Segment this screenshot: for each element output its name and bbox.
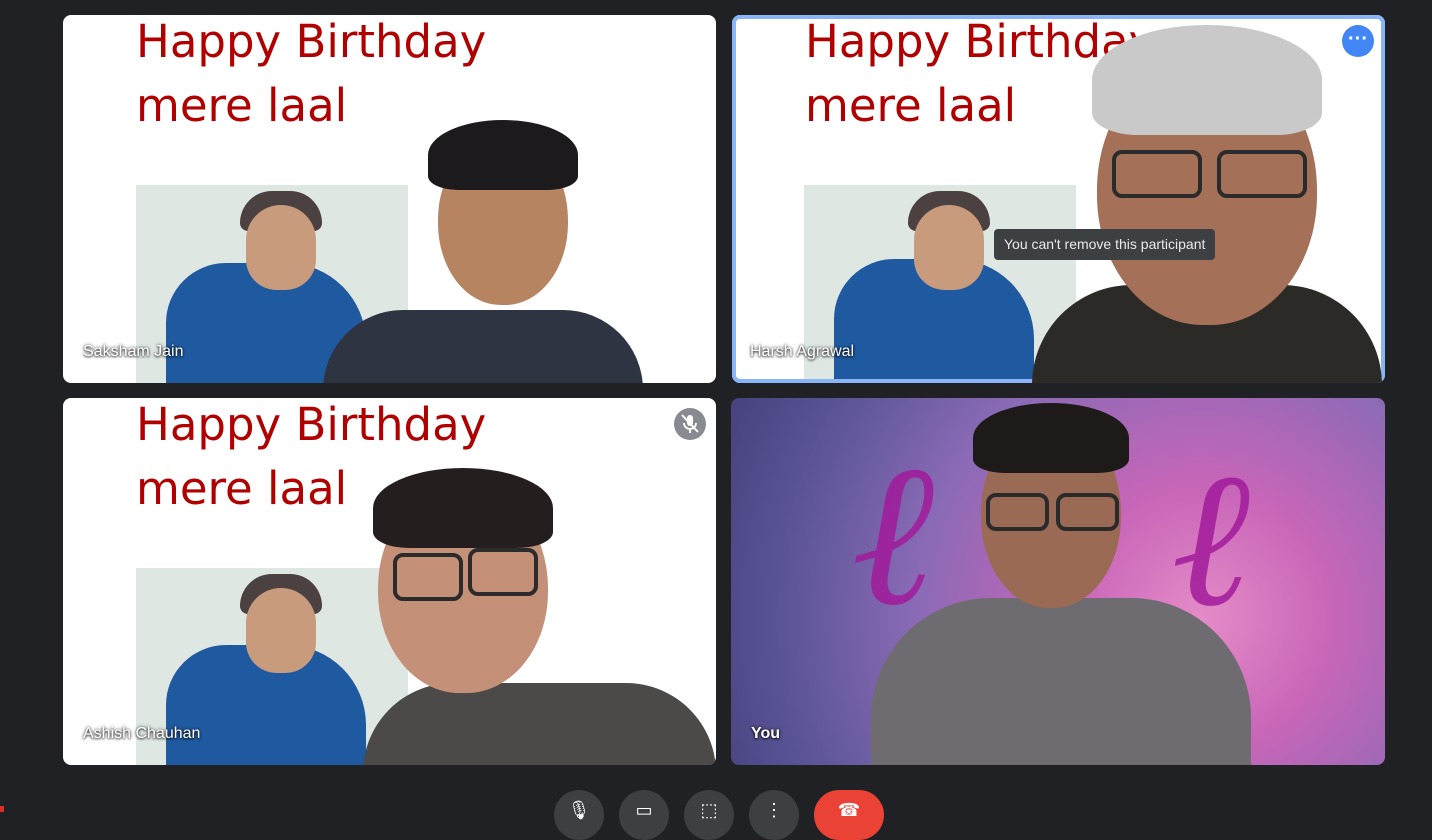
mic-icon: 🎙 bbox=[567, 800, 591, 820]
participant-tile-harsh[interactable]: Happy Birthday mere laal ··· Harsh Agraw… bbox=[732, 15, 1385, 383]
participant-video bbox=[323, 468, 716, 765]
more-options-button[interactable]: ··· bbox=[1342, 25, 1374, 57]
participant-name: Harsh Agrawal bbox=[750, 343, 855, 360]
participant-video bbox=[1032, 15, 1382, 383]
participant-tile-self[interactable]: ℓ ℓ You bbox=[731, 398, 1385, 765]
more-vert-icon: ⋮ bbox=[765, 800, 783, 820]
mic-button[interactable]: 🎙 bbox=[554, 790, 604, 840]
participant-tile-ashish[interactable]: Happy Birthday mere laal Ashish Chauhan bbox=[63, 398, 716, 765]
participant-name: You bbox=[751, 725, 781, 742]
participant-tile-saksham[interactable]: Happy Birthday mere laal Saksham Jain bbox=[63, 15, 716, 383]
more-button[interactable]: ⋮ bbox=[749, 790, 799, 840]
call-end-icon: ☎ bbox=[837, 800, 861, 820]
camera-button[interactable]: ▭ bbox=[619, 790, 669, 840]
present-button[interactable]: ⬚ bbox=[684, 790, 734, 840]
more-horiz-icon: ··· bbox=[1348, 28, 1368, 50]
end-call-button[interactable]: ☎ bbox=[814, 790, 884, 840]
participant-name: Ashish Chauhan bbox=[83, 725, 201, 742]
mic-off-icon bbox=[674, 408, 706, 440]
participant-video bbox=[851, 398, 1271, 765]
call-controls: 🎙 ▭ ⬚ ⋮ ☎ bbox=[0, 790, 1432, 840]
videocam-icon: ▭ bbox=[635, 800, 653, 820]
tooltip: You can't remove this participant bbox=[994, 229, 1216, 260]
participant-name: Saksham Jain bbox=[83, 343, 184, 360]
present-screen-icon: ⬚ bbox=[700, 800, 718, 820]
participant-video bbox=[303, 115, 663, 383]
edge-indicator bbox=[0, 806, 4, 812]
